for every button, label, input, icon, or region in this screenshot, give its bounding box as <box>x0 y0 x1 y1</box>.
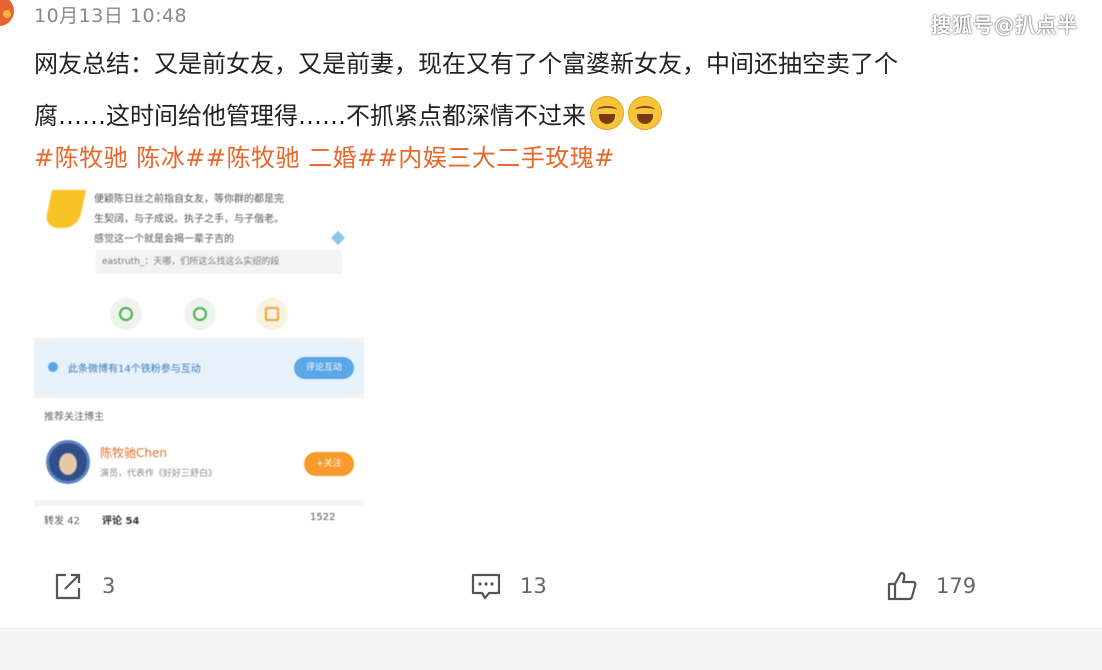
post-timestamp: 10月13日 10:48 <box>34 5 188 27</box>
comment-icon <box>471 573 501 600</box>
comment-button[interactable]: 13 <box>470 566 547 606</box>
like-button[interactable]: 179 <box>886 566 976 606</box>
like-count: 179 <box>936 574 977 598</box>
embedded-interaction-text: 此条微博有14个铁粉参与互动 <box>68 364 201 375</box>
embedded-share-row <box>34 290 364 330</box>
embedded-stats: 转发 42 评论 54 1522 <box>34 506 364 526</box>
embedded-like-stat: 1522 <box>310 512 336 523</box>
share-button[interactable]: 3 <box>52 566 115 606</box>
share-count: 3 <box>102 574 116 598</box>
embedded-interaction-bar: 此条微博有14个铁粉参与互动 评论互动 <box>34 342 364 394</box>
embedded-post-card: 便颖陈日丝之前指自女友，等你群的都是完 生契阔，与子成说。执子之手，与子偕老。 … <box>34 190 364 338</box>
quote-mark-icon <box>43 190 87 228</box>
share-icon <box>55 573 81 600</box>
hashtag-links[interactable]: #陈牧驰 陈冰##陈牧驰 二婚##内娱三大二手玫瑰# <box>34 138 615 173</box>
embedded-quote-line: 便颖陈日丝之前指自女友，等你群的都是完 <box>94 194 284 205</box>
embedded-comment-stat: 评论 54 <box>102 516 140 526</box>
wechat-icon <box>110 298 142 330</box>
post-text-line-2-content: 腐……这时间给他管理得……不抓紧点都深情不过来 <box>34 102 586 130</box>
save-icon <box>256 298 288 330</box>
embedded-user-avatar <box>46 440 90 484</box>
embedded-recommend-card: 推荐关注博主 陈牧驰Chen 演员，代表作《好好三舒白》 +关注 <box>34 398 364 500</box>
post-text-line-1: 网友总结：又是前女友，又是前妻，现在又有了个富婆新女友，中间还抽空卖了个 <box>34 50 898 78</box>
embedded-user-desc: 演员，代表作《好好三舒白》 <box>100 469 218 479</box>
embedded-quote-line: 感觉这一个就是会揭一辈子吉的 <box>94 234 234 245</box>
watermark: 搜狐号@扒点半 <box>931 13 1078 37</box>
user-avatar[interactable] <box>0 0 14 26</box>
post-separator <box>0 628 1102 670</box>
moments-icon <box>184 298 216 330</box>
embedded-screenshot-image[interactable]: 便颖陈日丝之前指自女友，等你群的都是完 生契阔，与子成说。执子之手，与子偕老。 … <box>34 190 364 526</box>
embedded-quote-line: 生契阔，与子成说。执子之手，与子偕老。 <box>94 214 284 225</box>
embedded-quote: 便颖陈日丝之前指自女友，等你群的都是完 生契阔，与子成说。执子之手，与子偕老。 … <box>94 190 344 250</box>
embedded-interaction-button: 评论互动 <box>294 357 354 379</box>
embedded-comment-preview: eastruth_：天哪，们所这么找这么实绍的段 <box>96 250 342 274</box>
crying-laughing-emoji-icon <box>590 96 624 130</box>
post-text-line-2: 腐……这时间给他管理得……不抓紧点都深情不过来 <box>34 90 1074 142</box>
info-icon <box>48 362 58 372</box>
embedded-user-name: 陈牧驰Chen <box>100 446 167 460</box>
comment-count: 13 <box>520 574 547 598</box>
thumbs-up-icon <box>887 571 917 601</box>
embedded-repost-stat: 转发 42 <box>44 516 80 526</box>
embedded-follow-button: +关注 <box>304 452 354 476</box>
weibo-post: 10月13日 10:48 搜狐号@扒点半 网友总结：又是前女友，又是前妻，现在又… <box>0 0 1102 670</box>
crying-laughing-emoji-icon <box>628 96 662 130</box>
embedded-recommend-label: 推荐关注博主 <box>44 412 104 423</box>
post-body: 网友总结：又是前女友，又是前妻，现在又有了个富婆新女友，中间还抽空卖了个 腐……… <box>34 38 1074 142</box>
